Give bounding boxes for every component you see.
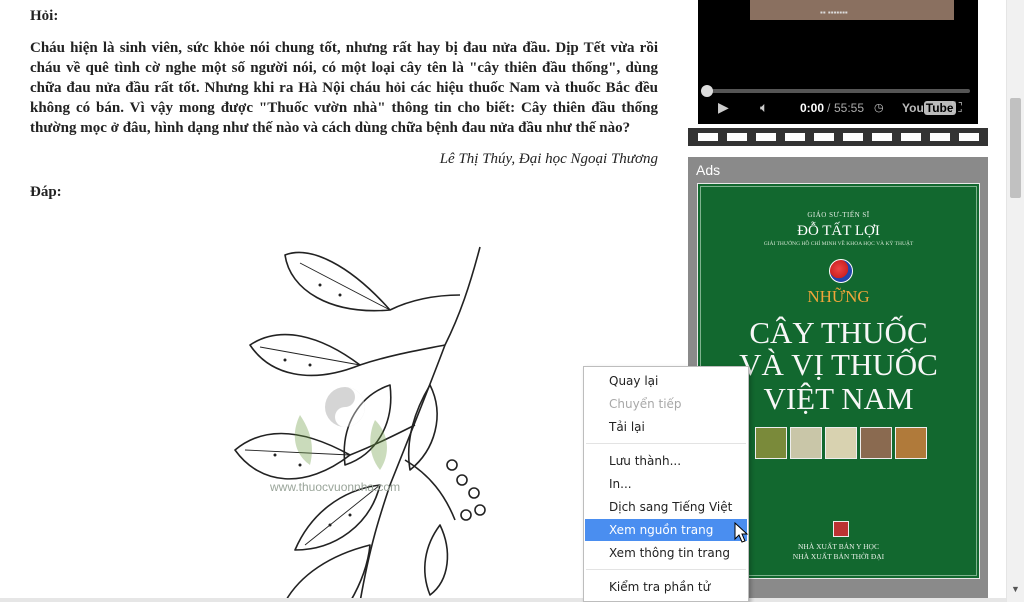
video-progress-bar[interactable] bbox=[706, 89, 970, 93]
vertical-scrollbar[interactable]: ▼ bbox=[1006, 0, 1024, 602]
question-body: Cháu hiện là sinh viên, sức khỏe nói chu… bbox=[30, 40, 658, 136]
play-icon[interactable]: ▶ bbox=[718, 99, 729, 116]
video-scrubber[interactable] bbox=[701, 85, 713, 97]
mouse-cursor-icon bbox=[734, 522, 749, 543]
context-menu: Quay lại Chuyển tiếp Tải lại Lưu thành..… bbox=[583, 366, 749, 602]
book-herb-photos bbox=[755, 427, 930, 459]
menu-item-reload[interactable]: Tải lại bbox=[585, 416, 747, 438]
menu-separator bbox=[586, 569, 746, 570]
youtube-logo[interactable]: You Tube bbox=[902, 101, 956, 115]
question-signature: Lê Thị Thúy, Đại học Ngoại Thương bbox=[439, 151, 658, 167]
plant-illustration bbox=[234, 246, 486, 602]
publisher-logo-icon bbox=[833, 521, 849, 537]
menu-item-translate[interactable]: Dịch sang Tiếng Việt bbox=[585, 496, 747, 518]
image-watermark: www.thuocvuonnha.com bbox=[270, 480, 401, 494]
answer-heading: Đáp: bbox=[30, 184, 62, 200]
fullscreen-icon[interactable]: ⛶ bbox=[952, 99, 962, 116]
video-controls: ▶ 🔈︎ 0:00 / 55:55 ◷ You Tube ⛶ bbox=[698, 97, 978, 121]
video-player[interactable]: ▪▪ ▪▪▪▪▪▪▪ ▶ 🔈︎ 0:00 / 55:55 ◷ You Tube ⛶ bbox=[698, 0, 978, 124]
question-heading: Hỏi: bbox=[30, 8, 59, 24]
menu-item-forward: Chuyển tiếp bbox=[609, 397, 682, 411]
ads-label: Ads bbox=[696, 162, 721, 178]
video-duration: 55:55 bbox=[834, 101, 865, 115]
book-title-prefix: NHỮNG bbox=[807, 287, 870, 306]
book-title-line1: CÂY THUỐC bbox=[749, 315, 928, 350]
video-current-time: 0:00 bbox=[800, 101, 825, 115]
horizontal-scrollbar[interactable] bbox=[0, 598, 1006, 602]
video-time-separator: / bbox=[827, 101, 831, 115]
menu-item-save-as[interactable]: Lưu thành... bbox=[585, 450, 747, 472]
menu-separator bbox=[586, 443, 746, 444]
menu-item-print[interactable]: In... bbox=[585, 473, 747, 495]
menu-item-page-info[interactable]: Xem thông tin trang bbox=[585, 542, 747, 564]
menu-item-view-source[interactable]: Xem nguồn trang bbox=[585, 519, 747, 541]
volume-icon[interactable]: 🔈︎ bbox=[760, 99, 768, 116]
yin-yang-icon bbox=[829, 259, 853, 283]
book-award: GIẢI THƯỞNG HỒ CHÍ MINH VỀ KHOA HỌC VÀ K… bbox=[763, 241, 914, 247]
youtube-logo-tube: Tube bbox=[923, 101, 956, 115]
menu-item-back[interactable]: Quay lại bbox=[585, 370, 747, 392]
scrollbar-thumb[interactable] bbox=[1010, 98, 1021, 198]
watch-later-icon[interactable]: ◷ bbox=[874, 101, 884, 114]
video-thumbnail: ▪▪ ▪▪▪▪▪▪▪ bbox=[750, 0, 954, 20]
scroll-down-icon[interactable]: ▼ bbox=[1011, 584, 1020, 594]
book-author-title: GIÁO SƯ-TIẾN SĨ bbox=[807, 211, 870, 219]
menu-item-inspect[interactable]: Kiểm tra phần tử bbox=[585, 576, 747, 598]
film-strip-divider bbox=[688, 128, 988, 146]
book-author: ĐỖ TẤT LỢI bbox=[797, 223, 880, 239]
youtube-logo-you: You bbox=[902, 101, 924, 115]
